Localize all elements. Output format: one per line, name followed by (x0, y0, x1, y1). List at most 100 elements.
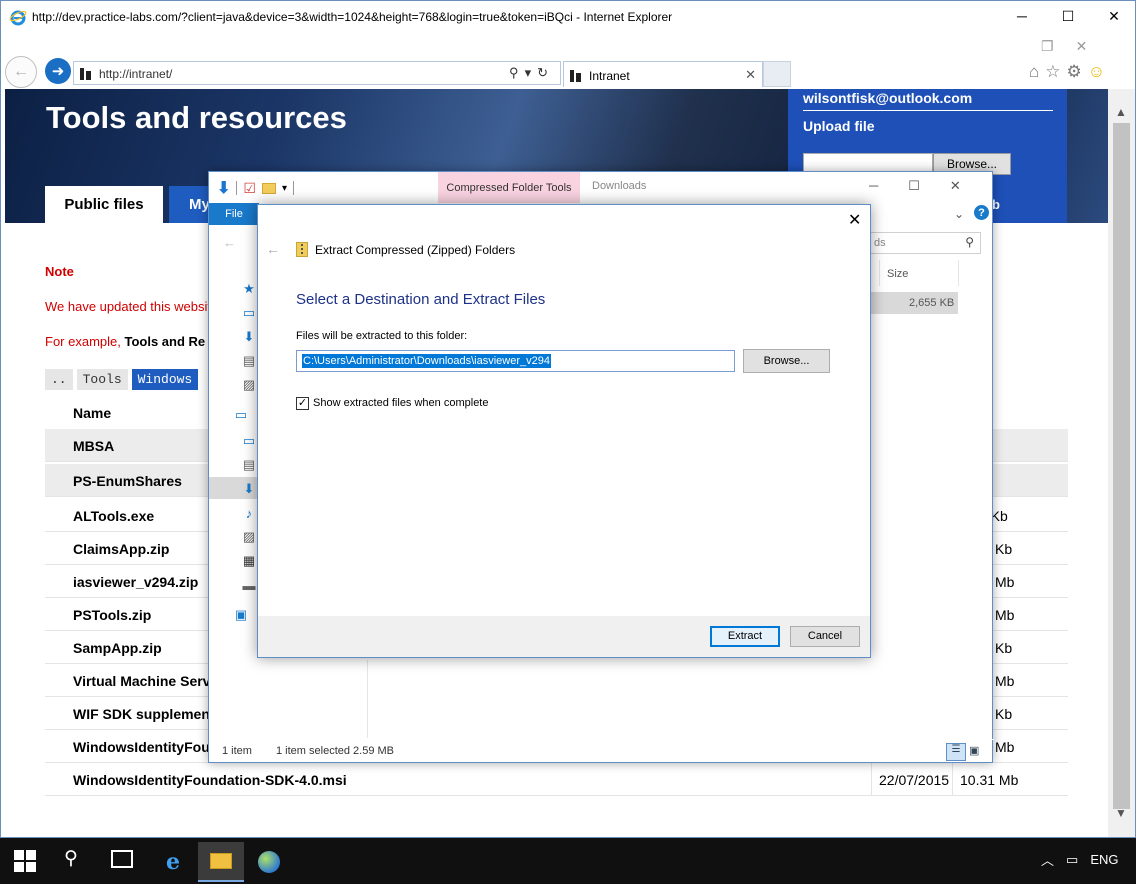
dialog-close-icon[interactable]: ✕ (848, 210, 861, 230)
extract-button[interactable]: Extract (710, 626, 780, 647)
restore-icon[interactable]: ❐ (1041, 38, 1076, 54)
destination-path-text[interactable]: C:\Users\Administrator\Downloads\iasview… (302, 354, 551, 368)
browse-button[interactable]: Browse... (743, 349, 830, 373)
desktop-icon[interactable]: ▭ (241, 305, 257, 321)
address-bar[interactable]: http://intranet/ ⚲▾↻ (73, 61, 561, 85)
this-pc-icon[interactable]: ▭ (233, 407, 249, 423)
column-size-header[interactable]: Size (879, 260, 959, 286)
maximize-icon[interactable]: ☐ (908, 178, 920, 194)
forward-button[interactable]: ➜ (45, 58, 71, 84)
breadcrumb-up[interactable]: .. (45, 369, 73, 390)
videos-icon[interactable]: ▦ (241, 553, 257, 569)
customize-dropdown-icon[interactable]: ▾ (282, 183, 287, 194)
cancel-button[interactable]: Cancel (790, 626, 860, 647)
nav-back-icon[interactable]: ← (223, 235, 236, 250)
file-name[interactable]: WindowsIdentityFoundation-SDK-4.0.msi (73, 772, 347, 788)
separator (236, 181, 238, 195)
taskbar-app-button[interactable] (246, 842, 292, 882)
internet-explorer-icon: e (166, 849, 180, 875)
file-name[interactable]: Virtual Machine Servi (73, 673, 214, 689)
files-column-name[interactable]: Name (73, 405, 111, 421)
close-button[interactable]: ✕ (1091, 1, 1136, 31)
scrollbar-thumb[interactable] (1113, 123, 1130, 809)
close-icon[interactable]: ✕ (950, 178, 961, 194)
taskbar-ie-button[interactable]: e (150, 842, 196, 882)
file-name[interactable]: WIF SDK supplementa (73, 706, 222, 722)
help-icon[interactable]: ? (974, 205, 989, 220)
show-hidden-icons-icon[interactable]: ︿ (1041, 850, 1054, 869)
search-placeholder: ds (874, 237, 886, 249)
network-icon[interactable]: ▣ (233, 607, 249, 623)
tab-intranet[interactable]: Intranet ✕ (563, 61, 763, 87)
documents-icon[interactable]: ▤ (241, 353, 257, 369)
file-menu-tab[interactable]: File (209, 203, 259, 225)
dialog-back-icon[interactable]: ← (266, 241, 280, 257)
divider (803, 110, 1053, 111)
downloads-icon[interactable]: ⬇ (241, 481, 257, 497)
documents-icon[interactable]: ▤ (241, 457, 257, 473)
back-button[interactable]: ← (5, 56, 37, 88)
refresh-icon[interactable]: ↻ (537, 65, 554, 80)
maximize-button[interactable]: ☐ (1045, 1, 1091, 31)
dropdown-icon[interactable]: ▾ (525, 65, 538, 80)
address-text[interactable]: http://intranet/ (99, 67, 172, 81)
pictures-icon[interactable]: ▨ (241, 377, 257, 393)
search-icon[interactable]: ⚲ (509, 65, 525, 80)
network-icon[interactable]: ▭ (1066, 852, 1078, 868)
local-disk-icon[interactable]: ▬ (241, 577, 257, 593)
file-name[interactable]: SampApp.zip (73, 640, 162, 656)
pictures-icon[interactable]: ▨ (241, 529, 257, 545)
scroll-up-icon[interactable]: ▲ (1115, 105, 1127, 119)
favorites-star-icon[interactable]: ☆ (1045, 62, 1060, 82)
table-row[interactable]: WindowsIdentityFoundation-SDK-4.0.msi 22… (45, 763, 1068, 796)
page-scrollbar[interactable]: ▲ ▼ (1108, 89, 1135, 837)
file-name[interactable]: ClaimsApp.zip (73, 541, 169, 557)
properties-icon[interactable]: ☑ (243, 180, 256, 197)
search-icon[interactable]: ⚲ (965, 235, 974, 249)
show-files-label[interactable]: Show extracted files when complete (313, 397, 488, 409)
downloads-arrow-icon[interactable]: ⬇ (217, 178, 230, 198)
destination-path-field[interactable]: C:\Users\Administrator\Downloads\iasview… (296, 350, 735, 372)
desktop-icon[interactable]: ▭ (241, 433, 257, 449)
large-icons-view-icon[interactable]: ▣ (969, 744, 979, 757)
start-button[interactable] (14, 850, 36, 872)
quick-access-star-icon[interactable]: ★ (241, 281, 257, 297)
tab-close-icon[interactable]: ✕ (745, 67, 756, 83)
task-view-icon[interactable] (111, 850, 133, 868)
system-tray: ︿ ▭ ENG (1041, 850, 1118, 869)
settings-gear-icon[interactable]: ⚙ (1067, 62, 1082, 82)
minimize-button[interactable]: ─ (999, 1, 1045, 31)
downloads-icon[interactable]: ⬇ (241, 329, 257, 345)
language-indicator[interactable]: ENG (1090, 852, 1118, 867)
column-divider (871, 763, 872, 796)
new-folder-icon[interactable] (261, 182, 276, 194)
tab-downloads[interactable]: Downloads (592, 180, 646, 192)
file-name[interactable]: PSTools.zip (73, 607, 151, 623)
scroll-down-icon[interactable]: ▼ (1115, 806, 1127, 820)
file-name[interactable]: iasviewer_v294.zip (73, 574, 198, 590)
status-bar: 1 item 1 item selected 2.59 MB ☰ ▣ (209, 739, 994, 763)
show-files-checkbox[interactable]: ✓ (296, 397, 309, 410)
tab-compressed-folder-tools[interactable]: Compressed Folder Tools (438, 172, 580, 203)
close-tab-icon[interactable]: ✕ (1076, 38, 1110, 54)
pane-divider (367, 660, 368, 738)
address-tools: ⚲▾↻ (509, 65, 554, 81)
breadcrumb-windows[interactable]: Windows (131, 369, 199, 390)
details-view-icon[interactable]: ☰ (946, 743, 966, 761)
new-tab-button[interactable] (763, 61, 791, 87)
music-icon[interactable]: ♪ (241, 505, 257, 521)
taskbar-explorer-button[interactable] (198, 842, 244, 882)
file-name[interactable]: MBSA (73, 438, 114, 454)
tab-public-files[interactable]: Public files (45, 186, 163, 223)
search-icon[interactable]: ⚲ (64, 847, 78, 870)
minimize-icon[interactable]: ─ (869, 178, 878, 194)
home-icon[interactable]: ⌂ (1029, 62, 1039, 82)
search-input[interactable]: ds ⚲ (869, 232, 981, 254)
file-name[interactable]: PS-EnumShares (73, 473, 182, 489)
expand-ribbon-icon[interactable]: ⌄ (954, 207, 964, 221)
file-name[interactable]: WindowsIdentityFoun (73, 739, 218, 755)
status-selection: 1 item selected 2.59 MB (276, 745, 395, 757)
feedback-smiley-icon[interactable]: ☺ (1088, 62, 1105, 82)
breadcrumb-tools[interactable]: Tools (76, 369, 128, 390)
file-name[interactable]: ALTools.exe (73, 508, 154, 524)
